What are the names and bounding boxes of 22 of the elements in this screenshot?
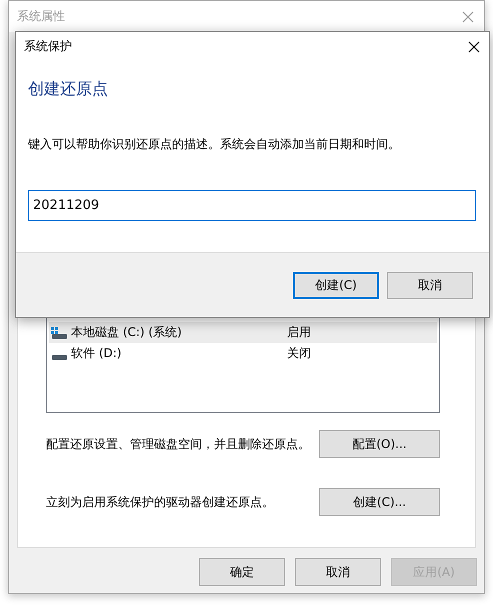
dialog-button[interactable]: 确定 (199, 558, 285, 586)
dialog-title: 系统保护 (24, 38, 72, 55)
dialog-button[interactable]: 取消 (295, 558, 381, 586)
action-button[interactable]: 配置(O)... (319, 430, 440, 458)
close-icon[interactable] (468, 40, 480, 52)
drive-name: 软件 (D:) (71, 345, 122, 362)
dialog-heading: 创建还原点 (28, 79, 109, 100)
drive-row[interactable]: 软件 (D:) 关闭 (49, 343, 437, 364)
drive-row[interactable]: 本地磁盘 (C:) (系统) 启用 (49, 322, 437, 343)
dialog-button[interactable]: 取消 (387, 272, 473, 298)
action-button[interactable]: 创建(C)... (319, 488, 440, 516)
drive-name: 本地磁盘 (C:) (系统) (71, 324, 182, 341)
action-description: 配置还原设置、管理磁盘空间，并且删除还原点。 (46, 436, 310, 452)
drive-icon (52, 354, 67, 360)
protection-status: 启用 (286, 324, 312, 341)
protection-status: 关闭 (286, 345, 312, 362)
action-description: 立刻为启用系统保护的驱动器创建还原点。 (46, 494, 274, 510)
dialog-description: 键入可以帮助你识别还原点的描述。系统会自动添加当前日期和时间。 (28, 136, 401, 153)
window-title: 系统属性 (17, 8, 65, 25)
description-field[interactable]: 20211209 (28, 190, 476, 221)
system-drive-icon (51, 326, 67, 338)
dialog-button[interactable]: 创建(C) (293, 272, 379, 298)
